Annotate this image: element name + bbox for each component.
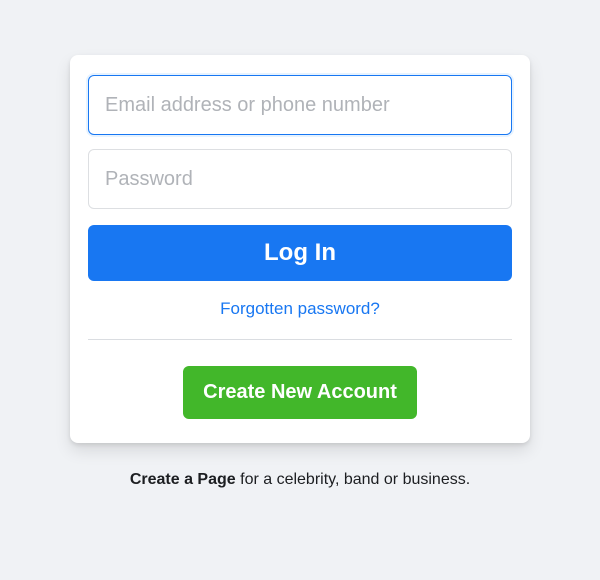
forgot-password-link[interactable]: Forgotten password? bbox=[220, 299, 380, 319]
password-input[interactable] bbox=[88, 149, 512, 209]
login-card: Log In Forgotten password? Create New Ac… bbox=[70, 55, 530, 443]
footer-suffix: for a celebrity, band or business. bbox=[236, 471, 471, 488]
create-page-link[interactable]: Create a Page bbox=[130, 471, 236, 488]
login-button[interactable]: Log In bbox=[88, 225, 512, 281]
divider bbox=[88, 339, 512, 340]
create-account-button[interactable]: Create New Account bbox=[183, 366, 417, 419]
email-input[interactable] bbox=[88, 75, 512, 135]
footer-text: Create a Page for a celebrity, band or b… bbox=[130, 471, 470, 489]
